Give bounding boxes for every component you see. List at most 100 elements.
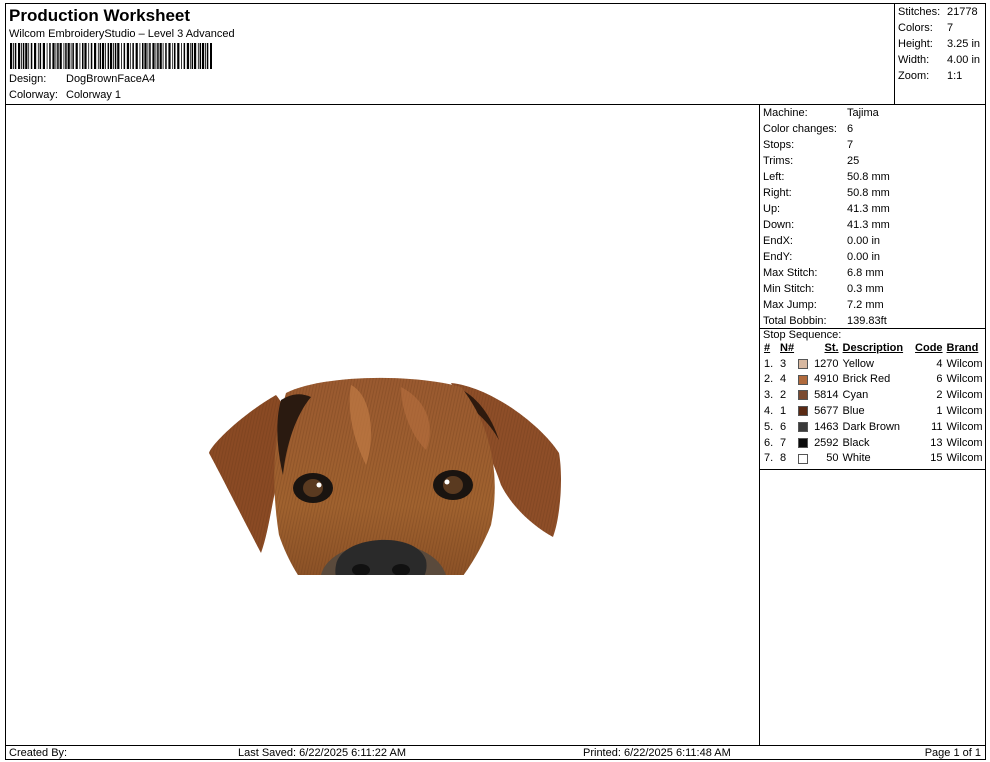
thread-description: Yellow [842,357,874,370]
needle-number: 1 [780,405,787,418]
color-swatch-cell [796,387,812,403]
barcode-bar [59,43,62,69]
barcode-bar [191,43,194,69]
needle-number: 3 [780,357,787,370]
barcode-bar [110,43,113,69]
col-header-code: Code [915,341,943,354]
stitch-count: 5677 [814,405,839,418]
barcode-bar [135,43,138,69]
info-total-bobbin: Total Bobbin: 139.83ft [763,315,887,327]
table-row: 2. 4 4910 Brick Red 6 Wilcom [762,372,985,388]
info-machine: Machine: Tajima [763,107,879,119]
barcode-bar [202,43,205,69]
color-swatch [798,374,809,385]
barcode-bar [210,43,212,69]
colorway-row: Colorway: Colorway 1 [9,89,121,101]
barcode-bar [82,43,84,69]
table-row: 4. 1 5677 Blue 1 Wilcom [762,403,985,419]
barcode-bar [57,43,59,69]
info-endx: EndX: 0.00 in [763,235,881,247]
needle-number: 8 [780,452,787,465]
barcode-bar [126,43,129,69]
last-saved: Last Saved: 6/22/2025 6:11:22 AM [238,747,406,759]
barcode-bar [52,43,55,69]
barcode-bar [174,43,176,69]
barcode-bar [94,43,97,69]
thread-code: 2 [936,389,943,402]
barcode-bar [117,43,120,69]
barcode-bar [88,43,90,69]
barcode-bar [97,43,99,69]
thread-brand: Wilcom [946,452,983,465]
barcode-bar [102,43,105,69]
table-bottom-divider [760,469,985,470]
thread-description: Black [842,436,870,449]
stitch-count: 4910 [814,373,839,386]
barcode-bar [46,43,48,69]
barcode-bar [183,43,186,69]
design-preview [6,105,760,745]
info-min-stitch: Min Stitch: 0.3 mm [763,283,884,295]
info-left: Left: 50.8 mm [763,171,890,183]
info-down: Down: 41.3 mm [763,219,890,231]
design-name: DogBrownFaceA4 [66,73,156,85]
barcode [10,43,212,69]
row-number: 4. [764,405,774,418]
worksheet-footer: Created By: Last Saved: 6/22/2025 6:11:2… [6,745,985,759]
thread-code: 6 [936,373,943,386]
barcode-bar [13,43,14,69]
stop-sequence-table: # N# St. Description Code Brand 1. 3 1270 Y… [762,340,985,466]
barcode-bar [34,43,37,69]
barcode-bar [63,43,65,69]
barcode-bar [168,43,171,69]
color-swatch [798,390,809,401]
created-by: Created By: [9,747,68,759]
barcode-bar [152,43,155,69]
barcode-bar [90,43,93,69]
barcode-bar [72,43,74,69]
barcode-bar [30,43,33,69]
barcode-bar [155,43,157,69]
thread-brand: Wilcom [946,405,983,418]
info-endy: EndY: 0.00 in [763,251,881,263]
barcode-bar [37,43,39,69]
barcode-bar [39,43,42,69]
software-name: Wilcom EmbroideryStudio – Level 3 Advanc… [9,28,235,40]
table-row: 1. 3 1270 Yellow 4 Wilcom [762,356,985,372]
worksheet: Production Worksheet Wilcom EmbroiderySt… [5,3,986,760]
row-number: 5. [764,420,774,433]
barcode-bar [172,43,174,69]
barcode-bar [165,43,167,69]
barcode-bar [14,43,17,69]
barcode-bar [159,43,162,69]
worksheet-header: Production Worksheet Wilcom EmbroiderySt… [6,4,985,105]
col-header-stitches: St. [824,341,839,354]
summary-colors: Colors: 7 [898,22,954,34]
barcode-bar [99,43,102,69]
barcode-bar [105,43,106,69]
barcode-bar [205,43,206,69]
col-header-needle: N# [780,341,795,354]
barcode-bar [28,43,30,69]
barcode-bar [194,43,197,69]
stitch-count: 5814 [814,389,839,402]
color-swatch-cell [796,403,812,419]
table-row: 3. 2 5814 Cyan 2 Wilcom [762,387,985,403]
info-trims: Trims: 25 [763,155,860,167]
barcode-bar [42,43,45,69]
table-row: 5. 6 1463 Dark Brown 11 Wilcom [762,419,985,435]
colorway-name: Colorway 1 [66,89,122,101]
row-number: 7. [764,452,774,465]
summary-zoom: Zoom: 1:1 [898,70,963,82]
summary-width: Width: 4.00 in [898,54,981,66]
thread-code: 4 [936,357,943,370]
table-header-row: # N# St. Description Code Brand [762,340,985,356]
table-row: 7. 8 50 White 15 Wilcom [762,451,985,467]
barcode-bar [75,43,78,69]
barcode-bar [157,43,159,69]
color-swatch-cell [796,356,812,372]
table-row: 6. 7 2592 Black 13 Wilcom [762,435,985,451]
barcode-bar [21,43,22,69]
thread-description: Dark Brown [842,420,901,433]
dog-face-embroidery-image [209,377,561,575]
